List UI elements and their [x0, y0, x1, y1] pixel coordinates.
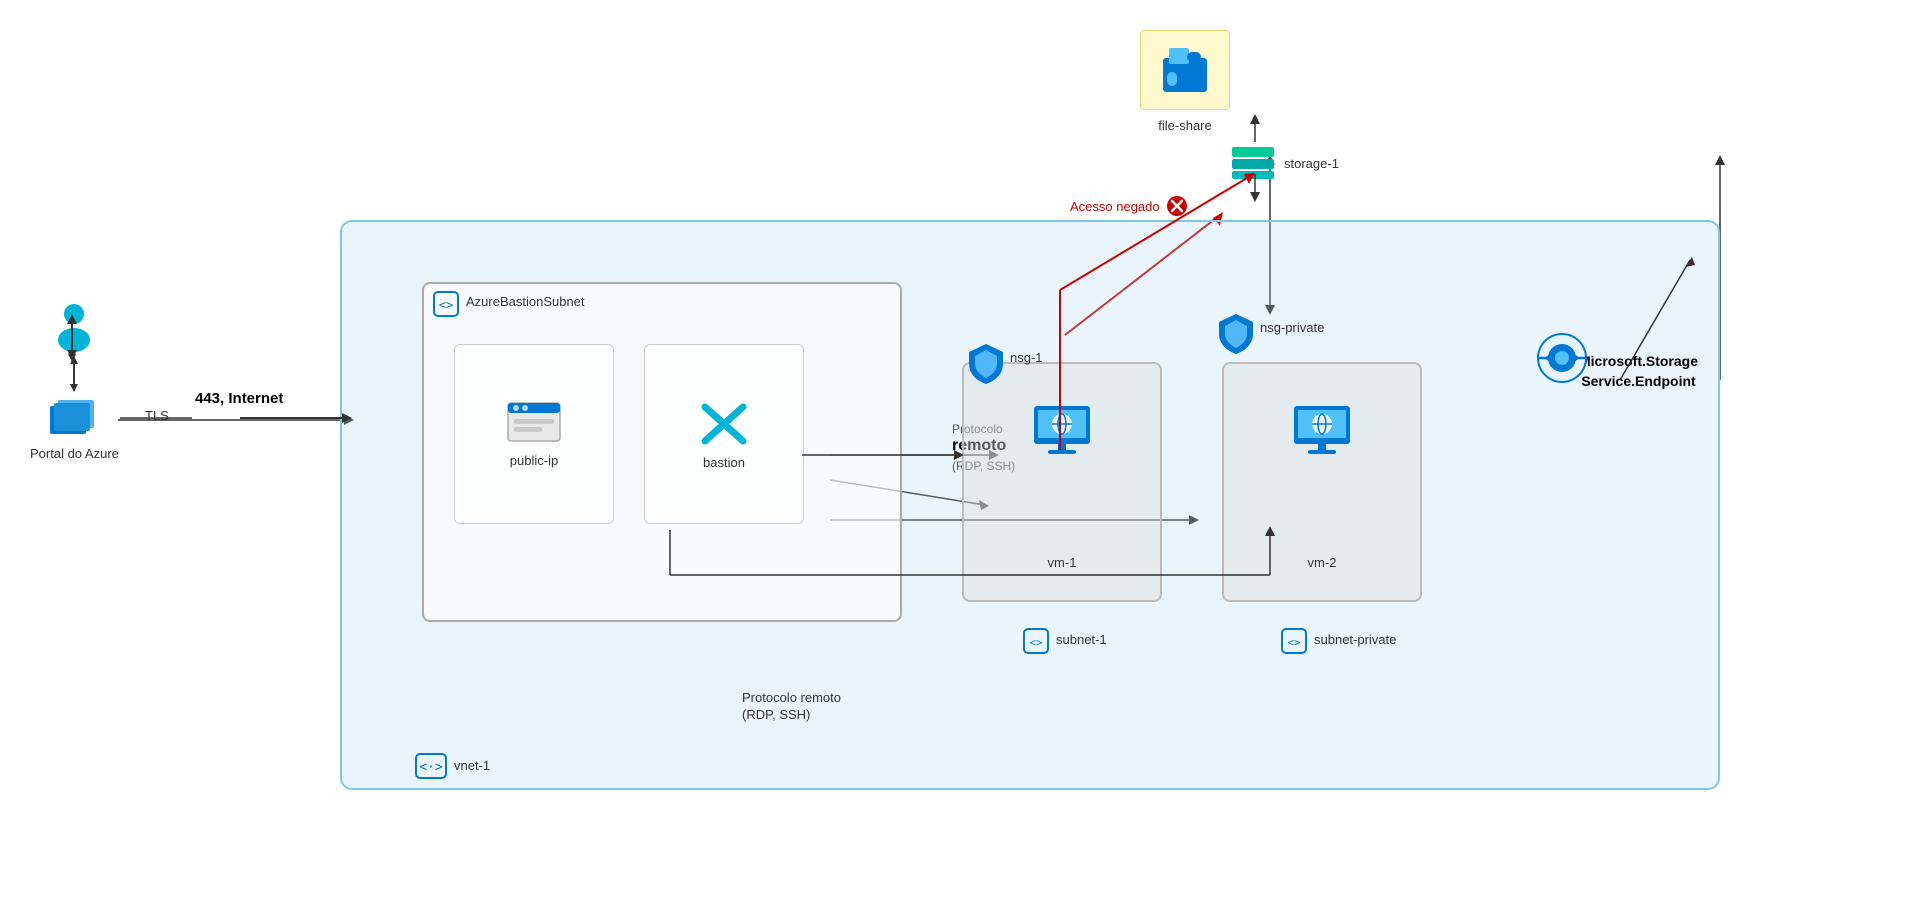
svg-text:<>: <> [439, 298, 453, 312]
service-endpoint-icon [1536, 332, 1588, 384]
vm1-label: vm-1 [1048, 555, 1077, 570]
file-share-icon [1157, 42, 1213, 98]
bastion-subnet-icon: <> [432, 290, 460, 318]
nsg1-icon [967, 342, 1005, 384]
access-denied-label: Acesso negado [1070, 199, 1160, 214]
nsg-private-label: nsg-private [1260, 320, 1324, 335]
bastion-icon [695, 399, 753, 449]
service-endpoint-label: Microsoft.Storage Service.Endpoint [1579, 352, 1698, 391]
storage1-box: storage-1 [1230, 145, 1339, 181]
subnet-private-label: subnet-private [1314, 632, 1396, 647]
vnet1-icon: <·> [414, 752, 448, 780]
access-denied-box: Acesso negado [1070, 195, 1188, 217]
user-icon [50, 300, 98, 352]
vm1-icon [1030, 404, 1094, 458]
vnet1-label: vnet-1 [454, 758, 490, 773]
tls-label: TLS [145, 408, 169, 423]
nsg1-label: nsg-1 [1010, 350, 1043, 365]
file-share-box: file-share [1140, 30, 1230, 133]
access-denied-icon [1166, 195, 1188, 217]
vnet-box: <> AzureBastionSubnet public-ip [340, 220, 1720, 790]
protocolo2-sub: (RDP, SSH) [742, 707, 810, 722]
protocolo2-label: Protocolo remoto [742, 690, 841, 705]
svg-text:<>: <> [1287, 636, 1301, 649]
portal-label: Portal do Azure [30, 446, 119, 461]
public-ip-icon [506, 401, 562, 447]
subnet1-box: vm-1 [962, 362, 1162, 602]
portal-icon [48, 396, 100, 438]
file-share-label: file-share [1158, 118, 1211, 133]
double-arrow-vertical [66, 356, 82, 392]
subnet-private-icon: <> [1280, 627, 1308, 655]
svg-text:<>: <> [1029, 636, 1043, 649]
storage1-label: storage-1 [1284, 156, 1339, 171]
public-ip-label: public-ip [510, 453, 558, 468]
subnet1-icon: <> [1022, 627, 1050, 655]
bastion-subnet-box: <> AzureBastionSubnet public-ip [422, 282, 902, 622]
nsg-private-icon [1217, 312, 1255, 354]
bastion-subnet-label: AzureBastionSubnet [466, 294, 585, 309]
vm2-label: vm-2 [1308, 555, 1337, 570]
public-ip-box: public-ip [454, 344, 614, 524]
portal-section: Portal do Azure [30, 300, 119, 461]
bastion-label: bastion [703, 455, 745, 470]
subnet-private-box: vm-2 [1222, 362, 1422, 602]
diagram-container: Portal do Azure TLS 443, Internet <> Azu… [0, 0, 1911, 907]
connection-label: 443, Internet [195, 390, 283, 407]
subnet1-label: subnet-1 [1056, 632, 1107, 647]
bastion-box: bastion [644, 344, 804, 524]
vm2-icon [1290, 404, 1354, 458]
svg-text:<·>: <·> [419, 760, 443, 775]
storage1-icon [1230, 145, 1276, 181]
